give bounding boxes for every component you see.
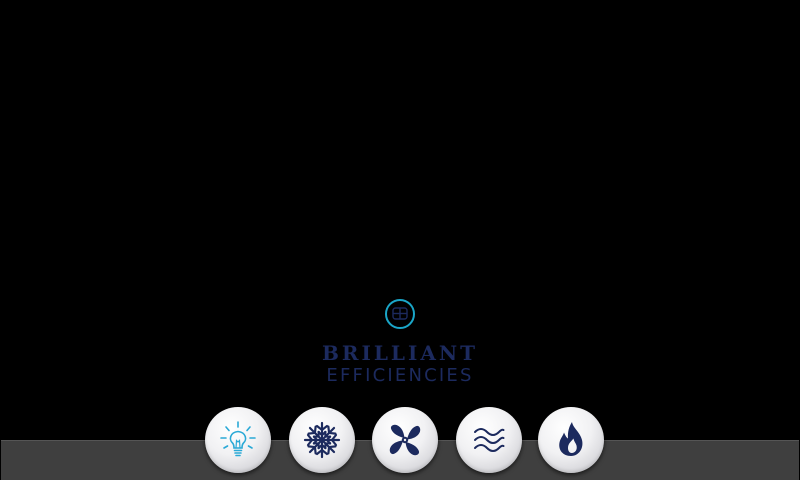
light-mode-button[interactable] (205, 407, 271, 473)
heat-mode-button[interactable] (538, 407, 604, 473)
brand-name-line2: EFFICIENCIES (326, 365, 474, 386)
brand-name-line1: BRILLIANT (321, 341, 479, 365)
screen: BRILLIANT EFFICIENCIES (0, 0, 800, 480)
flame-icon (559, 422, 583, 456)
snowflake-icon (303, 421, 341, 459)
fan-icon (389, 424, 421, 456)
waves-icon (474, 428, 505, 452)
lightbulb-icon (220, 421, 256, 457)
cool-mode-button[interactable] (289, 407, 355, 473)
dry-mode-button[interactable] (456, 407, 522, 473)
brand-logo: BRILLIANT EFFICIENCIES (300, 298, 500, 390)
logo-mark-icon (385, 299, 415, 329)
fan-mode-button[interactable] (372, 407, 438, 473)
